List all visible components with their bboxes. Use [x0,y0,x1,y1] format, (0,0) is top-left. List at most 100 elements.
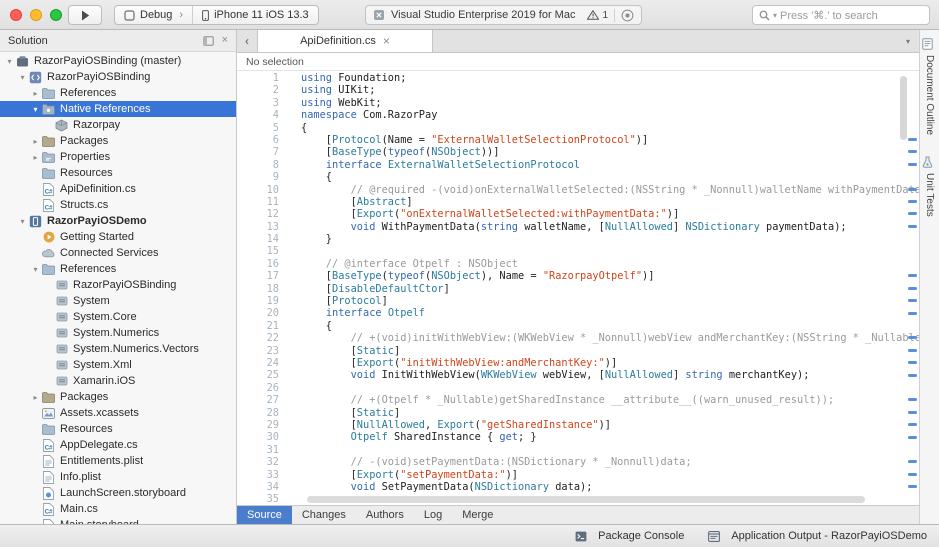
configuration-selector[interactable]: Debug › [115,6,192,24]
line-number: 19 [266,295,279,308]
run-button[interactable] [68,5,102,25]
breakpoints-toggle-icon[interactable] [621,9,634,22]
code-line: 33 [Export("setPaymentData:")] [237,469,919,481]
cs-file-icon: C# [41,438,56,452]
line-number: 32 [266,456,279,469]
chevron-down-icon[interactable]: ▾ [17,217,28,226]
code-line: 14 } [237,233,919,245]
line-number: 21 [266,319,279,332]
tree-item-packages[interactable]: ▸ Packages [0,389,236,405]
chevron-down-icon[interactable]: ▾ [17,73,28,82]
tree-item-appdelegate-cs[interactable]: C# AppDelegate.cs [0,437,236,453]
overview-mark [908,373,917,377]
tree-item-apidefinition-cs[interactable]: C# ApiDefinition.cs [0,181,236,197]
packages-folder-icon [41,390,56,404]
close-window-button[interactable] [10,9,22,21]
code-line: 2 using UIKit; [237,84,919,96]
tree-item-resources[interactable]: Resources [0,421,236,437]
vertical-scrollbar[interactable] [900,76,907,140]
horizontal-scrollbar[interactable] [307,496,865,503]
line-number: 20 [266,307,279,320]
code-line: 13 void WithPaymentData(string walletNam… [237,221,919,233]
tree-item-structs-cs[interactable]: C# Structs.cs [0,197,236,213]
overview-mark [908,311,917,315]
tree-item-native-references[interactable]: ▾ Native References [0,101,236,117]
close-pad-icon[interactable]: × [222,35,228,46]
global-search-input[interactable]: ▾ Press '⌘.' to search [752,5,930,25]
tab-apidefinition-cs[interactable]: ApiDefinition.cs × [257,30,433,52]
minimize-window-button[interactable] [30,9,42,21]
native-library-icon [54,118,69,132]
chevron-right-icon[interactable]: ▸ [30,393,41,402]
pad-title: Solution [8,34,48,47]
tree-item-label: Native References [60,103,151,115]
tree-item-razorpayiosdemo[interactable]: ▾ RazorPayiOSDemo [0,213,236,229]
tree-item-references[interactable]: ▸ References [0,85,236,101]
tree-item-launchscreen-storyboard[interactable]: LaunchScreen.storyboard [0,485,236,501]
tree-item-resources[interactable]: Resources [0,165,236,181]
assembly-icon [54,342,69,356]
tree-item-system-numerics-vectors[interactable]: System.Numerics.Vectors [0,341,236,357]
chevron-down-icon[interactable]: ▾ [30,105,41,114]
tree-item-label: LaunchScreen.storyboard [60,487,186,499]
error-indicator[interactable]: 1 [587,10,608,21]
error-count: 1 [602,9,609,21]
statusbar-item-application-output-razorpayiosdemo[interactable]: Application Output - RazorPayiOSDemo [706,529,927,543]
close-icon[interactable]: × [383,35,390,47]
tree-item-label: Connected Services [60,247,159,259]
overview-mark [908,150,917,154]
tree-item-assets-xcassets[interactable]: Assets.xcassets [0,405,236,421]
tree-item-references[interactable]: ▾ References [0,261,236,277]
properties-folder-icon [41,150,56,164]
dock-tab-document-outline[interactable]: Document Outline [920,37,939,135]
dock-tab-unit-tests[interactable]: Unit Tests [920,155,939,217]
editor-subtab-source[interactable]: Source [237,506,292,524]
editor-subtab-log[interactable]: Log [414,506,452,524]
chevron-down-icon[interactable]: ▾ [4,57,15,66]
assembly-icon [54,294,69,308]
tree-item-info-plist[interactable]: Info.plist [0,469,236,485]
tree-item-razorpayiosbinding[interactable]: RazorPayiOSBinding [0,277,236,293]
tree-item-system-core[interactable]: System.Core [0,309,236,325]
editor-subtab-changes[interactable]: Changes [292,506,356,524]
tree-item-main-cs[interactable]: C# Main.cs [0,501,236,517]
tree-item-label: RazorPayiOSBinding (master) [34,55,182,67]
editor-subtab-merge[interactable]: Merge [452,506,503,524]
dock-tab-label: Document Outline [924,55,935,136]
tree-item-xamarin-ios[interactable]: Xamarin.iOS [0,373,236,389]
navigate-back-icon[interactable]: ‹ [237,30,257,52]
tree-item-getting-started[interactable]: Getting Started [0,229,236,245]
code-editor[interactable]: 1 using Foundation; 2 using UIKit; 3 using We… [237,71,919,505]
tree-item-system[interactable]: System [0,293,236,309]
tree-item-entitlements-plist[interactable]: Entitlements.plist [0,453,236,469]
code-line: 4 namespace Com.RazorPay [237,109,919,121]
zoom-window-button[interactable] [50,9,62,21]
tab-overflow-chevron-icon[interactable]: ▾ [897,30,919,52]
solution-pad-header: Solution × [0,30,236,52]
chevron-right-icon[interactable]: ▸ [30,137,41,146]
tree-item-label: RazorPayiOSBinding [47,71,151,83]
tree-item-properties[interactable]: ▸ Properties [0,149,236,165]
tree-item-system-numerics[interactable]: System.Numerics [0,325,236,341]
tree-item-razorpayiosbinding-master[interactable]: ▾ RazorPayiOSBinding (master) [0,53,236,69]
ios-project-icon [28,214,43,228]
chevron-right-icon[interactable]: ▸ [30,153,41,162]
editor-subtab-authors[interactable]: Authors [356,506,414,524]
svg-text:C#: C# [45,508,53,515]
unit-tests-icon [920,155,935,169]
device-selector[interactable]: iPhone 11 iOS 13.3 [192,6,318,24]
tree-item-system-xml[interactable]: System.Xml [0,357,236,373]
line-number: 2 [272,84,279,97]
dock-icon[interactable] [202,35,214,46]
configuration-icon [124,9,135,21]
chevron-down-icon[interactable]: ▾ [30,265,41,274]
line-number: 14 [266,233,279,246]
tree-item-razorpayiosbinding[interactable]: ▾ RazorPayiOSBinding [0,69,236,85]
tree-item-packages[interactable]: ▸ Packages [0,133,236,149]
tree-item-razorpay[interactable]: Razorpay [0,117,236,133]
chevron-right-icon[interactable]: ▸ [30,89,41,98]
tree-item-connected-services[interactable]: Connected Services [0,245,236,261]
application-output-icon [706,529,721,543]
tree-item-main-storyboard[interactable]: Main.storyboard [0,517,236,524]
statusbar-item-package-console[interactable]: Package Console [573,529,684,543]
